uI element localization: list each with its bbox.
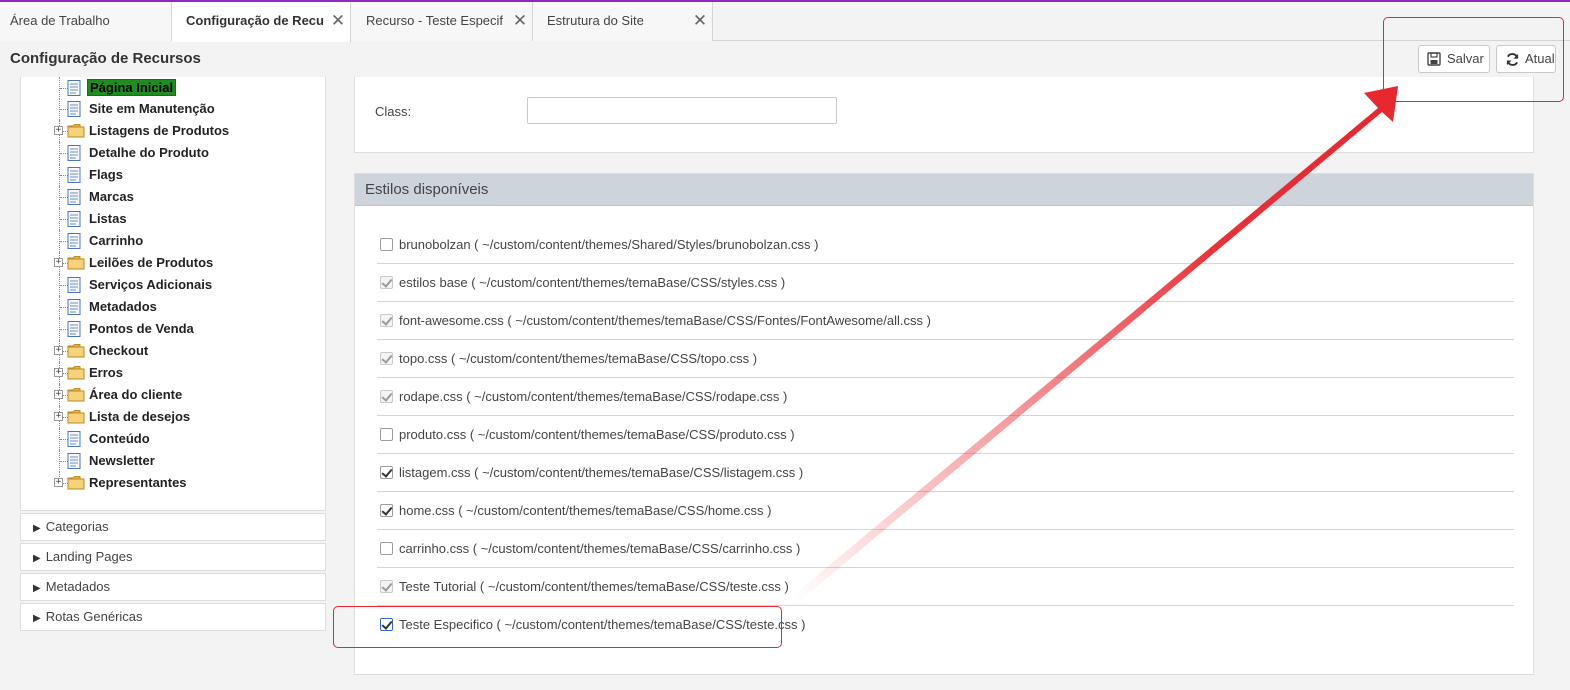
annotation-arrow (790, 86, 1398, 604)
